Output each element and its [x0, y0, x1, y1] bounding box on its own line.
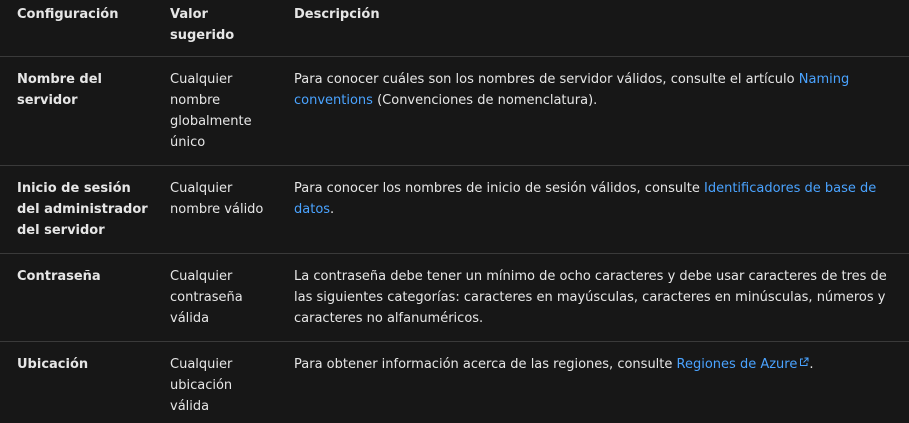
- suggested-value: Cualquier ubicación válida: [170, 357, 233, 414]
- azure-regions-link-text[interactable]: Regiones de Azure: [677, 357, 798, 372]
- description: Para obtener información acerca de las r…: [294, 354, 894, 375]
- setting-name: Contraseña: [17, 269, 101, 284]
- description-text: Para conocer cuáles son los nombres de s…: [294, 72, 799, 87]
- description: La contraseña debe tener un mínimo de oc…: [294, 269, 887, 326]
- azure-regions-link[interactable]: Regiones de Azure: [677, 357, 810, 372]
- description-text: Para obtener información acerca de las r…: [294, 357, 677, 372]
- divider: [0, 253, 909, 254]
- setting-name: Ubicación: [17, 357, 89, 372]
- header-valor-sugerido: Valor sugerido: [170, 7, 235, 43]
- description-text: (Convenciones de nomenclatura).: [372, 93, 598, 108]
- settings-table: Configuración Valor sugerido Descripción…: [0, 0, 909, 423]
- description: Para conocer cuáles son los nombres de s…: [294, 69, 854, 111]
- description-text: Para conocer los nombres de inicio de se…: [294, 181, 704, 196]
- setting-name: Nombre del servidor: [17, 72, 102, 108]
- divider: [0, 165, 909, 166]
- description: Para conocer los nombres de inicio de se…: [294, 178, 894, 220]
- suggested-value: Cualquier nombre globalmente único: [170, 72, 252, 150]
- header-descripcion: Descripción: [294, 7, 380, 22]
- description-text: .: [809, 357, 814, 372]
- divider: [0, 341, 909, 342]
- suggested-value: Cualquier contraseña válida: [170, 269, 243, 326]
- suggested-value: Cualquier nombre válido: [170, 181, 264, 217]
- setting-name: Inicio de sesión del administrador del s…: [17, 181, 148, 238]
- divider: [0, 56, 909, 57]
- description-text: .: [330, 202, 335, 217]
- external-link-icon: [800, 357, 809, 366]
- header-configuracion: Configuración: [17, 7, 119, 22]
